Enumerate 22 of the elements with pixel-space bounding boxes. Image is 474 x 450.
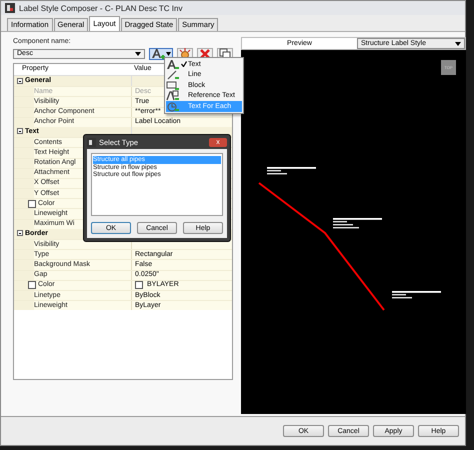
text-a-icon (166, 58, 179, 70)
app-icon (5, 3, 15, 13)
collapse-toggle[interactable] (17, 128, 23, 134)
label-drawing (392, 291, 441, 298)
add-text-button[interactable] (149, 48, 173, 60)
checkbox[interactable] (28, 200, 36, 208)
text-a-icon (151, 48, 165, 59)
delete-icon (199, 48, 211, 60)
reference-text-icon (166, 90, 179, 102)
label-drawing (267, 167, 316, 174)
label-drawing (333, 218, 382, 228)
caret-icon (455, 42, 461, 46)
clock-icon (166, 100, 179, 112)
block-icon (166, 80, 179, 91)
collapse-toggle[interactable] (17, 78, 23, 84)
app-icon (87, 138, 96, 146)
line-icon (166, 69, 179, 80)
checkbox[interactable] (28, 281, 36, 290)
color-swatch (135, 281, 143, 290)
window-title: Label Style Composer - C- PLAN Desc TC Inv (19, 4, 182, 12)
collapse-toggle[interactable] (17, 230, 23, 236)
caret-icon (135, 52, 141, 56)
